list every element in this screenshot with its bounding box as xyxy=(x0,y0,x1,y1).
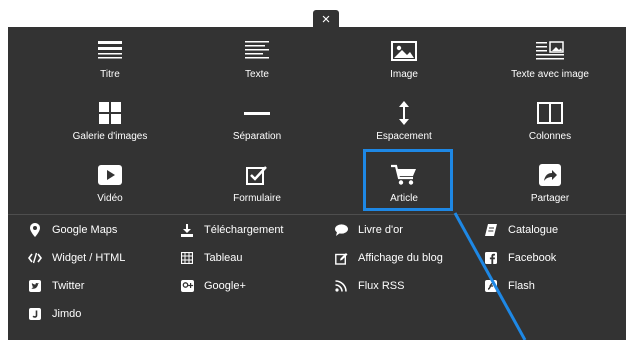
element-espacement[interactable]: Espacement xyxy=(327,89,481,149)
image-icon xyxy=(327,39,481,63)
list-item-label: Flash xyxy=(508,280,535,292)
video-play-icon xyxy=(33,163,187,187)
list-item-label: Facebook xyxy=(508,252,557,264)
element-video[interactable]: Vidéo xyxy=(33,151,187,211)
share-icon xyxy=(473,163,627,187)
list-item-label: Livre d'or xyxy=(358,224,403,236)
element-video-label: Vidéo xyxy=(97,193,123,204)
list-item-label: Twitter xyxy=(52,280,85,292)
list-item-label: Jimdo xyxy=(52,308,82,320)
element-texte-avec-image-label: Texte avec image xyxy=(511,69,589,80)
list-item-label: Catalogue xyxy=(508,224,559,236)
list-item-label: Google Maps xyxy=(52,224,118,236)
spacing-icon xyxy=(327,101,481,125)
element-espacement-label: Espacement xyxy=(376,131,432,142)
list-item-jimdo[interactable]: Jimdo xyxy=(28,304,178,324)
catalogue-book-icon xyxy=(484,223,498,237)
table-icon xyxy=(180,251,194,265)
text-with-image-icon xyxy=(473,39,627,63)
close-button[interactable]: × xyxy=(313,10,339,28)
element-texte[interactable]: Texte xyxy=(180,27,334,87)
list-item-flux-rss[interactable]: Flux RSS xyxy=(334,276,484,296)
element-image[interactable]: Image xyxy=(327,27,481,87)
list-item-livre-dor[interactable]: Livre d'or xyxy=(334,220,484,240)
element-formulaire[interactable]: Formulaire xyxy=(180,151,334,211)
gallery-icon xyxy=(33,101,187,125)
list-item-label: Flux RSS xyxy=(358,280,405,292)
divider-icon xyxy=(180,101,334,125)
twitter-icon xyxy=(28,279,42,293)
list-item-affichage-blog[interactable]: Affichage du blog xyxy=(334,248,484,268)
list-item-label: Tableau xyxy=(204,252,243,264)
list-item-google-plus[interactable]: Google+ xyxy=(180,276,330,296)
element-galerie[interactable]: Galerie d'images xyxy=(33,89,187,149)
download-icon xyxy=(180,223,194,237)
edit-icon xyxy=(334,251,348,265)
element-article-label: Article xyxy=(390,193,418,204)
shopping-cart-icon xyxy=(327,163,481,187)
facebook-icon xyxy=(484,251,498,265)
list-item-label: Google+ xyxy=(204,280,246,292)
google-plus-icon xyxy=(180,279,194,293)
element-separation-label: Séparation xyxy=(232,131,282,142)
list-item-label: Widget / HTML xyxy=(52,252,126,264)
flash-icon xyxy=(484,279,498,293)
element-partager-label: Partager xyxy=(530,193,570,204)
element-titre-label: Titre xyxy=(100,69,120,80)
list-item-label: Téléchargement xyxy=(204,224,284,236)
element-colonnes[interactable]: Colonnes xyxy=(473,89,627,149)
add-element-panel: Titre Texte Image Texte avec image Galer… xyxy=(8,27,626,340)
list-item-catalogue[interactable]: Catalogue xyxy=(484,220,634,240)
element-colonnes-label: Colonnes xyxy=(528,131,572,142)
element-partager[interactable]: Partager xyxy=(473,151,627,211)
close-icon: × xyxy=(321,11,331,28)
element-formulaire-label: Formulaire xyxy=(233,193,281,204)
form-checkbox-icon xyxy=(180,163,334,187)
element-texte-avec-image[interactable]: Texte avec image xyxy=(473,27,627,87)
list-item-widget-html[interactable]: Widget / HTML xyxy=(28,248,178,268)
list-item-google-maps[interactable]: Google Maps xyxy=(28,220,178,240)
element-article[interactable]: Article xyxy=(327,151,481,211)
element-image-label: Image xyxy=(390,69,418,80)
list-item-label: Affichage du blog xyxy=(358,252,443,264)
element-texte-label: Texte xyxy=(245,69,269,80)
list-item-flash[interactable]: Flash xyxy=(484,276,634,296)
map-pin-icon xyxy=(28,223,42,237)
element-galerie-label: Galerie d'images xyxy=(72,131,148,142)
list-item-twitter[interactable]: Twitter xyxy=(28,276,178,296)
jimdo-icon xyxy=(28,307,42,321)
list-item-facebook[interactable]: Facebook xyxy=(484,248,634,268)
element-separation[interactable]: Séparation xyxy=(180,89,334,149)
element-picker: × Titre Texte Image Texte avec image Gal… xyxy=(0,0,634,340)
list-item-telechargement[interactable]: Téléchargement xyxy=(180,220,330,240)
element-titre[interactable]: Titre xyxy=(33,27,187,87)
heading-icon xyxy=(33,39,187,63)
speech-bubble-icon xyxy=(334,223,348,237)
more-elements-list: Google Maps Widget / HTML Twitter Jimdo xyxy=(8,215,626,340)
rss-icon xyxy=(334,279,348,293)
text-icon xyxy=(180,39,334,63)
list-item-tableau[interactable]: Tableau xyxy=(180,248,330,268)
columns-icon xyxy=(473,101,627,125)
code-icon xyxy=(28,251,42,265)
element-grid: Titre Texte Image Texte avec image Galer… xyxy=(8,27,626,213)
